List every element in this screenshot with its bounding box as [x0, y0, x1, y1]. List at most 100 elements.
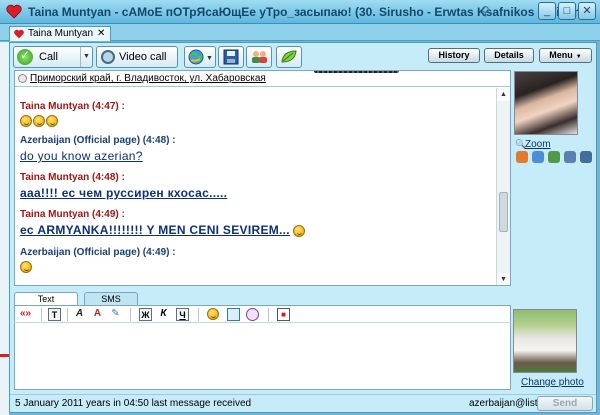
location-link[interactable]: Приморский край, г. Владивосток, ул. Хаб… — [30, 73, 266, 84]
tab-sms[interactable]: SMS — [84, 292, 138, 305]
message-card-icon[interactable]: ■ — [277, 308, 290, 321]
smiley-picker[interactable] — [207, 308, 220, 321]
toolbar-divider — [130, 308, 131, 321]
pin-icon[interactable]: ⚲ — [481, 4, 490, 18]
zoom-link[interactable]: Zoom — [525, 139, 551, 150]
save-button[interactable] — [218, 46, 244, 68]
toolbar-divider — [198, 308, 199, 321]
message-sender: Taina Muntyan (4:47) : — [20, 101, 125, 112]
call-label: Call — [39, 51, 58, 63]
tv-icon[interactable] — [227, 308, 240, 321]
scroll-up-icon[interactable]: ▲ — [497, 88, 510, 101]
minimize-button[interactable]: _ — [538, 2, 556, 20]
background-window-edge — [0, 42, 9, 415]
own-avatar[interactable] — [513, 309, 577, 373]
video-call-label: Video call — [119, 51, 167, 63]
toolbar-divider — [67, 308, 68, 321]
send-button[interactable]: Send — [537, 396, 593, 411]
globe-button[interactable]: ▼ — [184, 46, 216, 68]
users-icon — [252, 51, 267, 63]
message-text: do you know azerian? — [20, 149, 143, 163]
profile-actions — [516, 151, 592, 163]
details-button[interactable]: Details — [484, 48, 534, 63]
tab-text[interactable]: Text — [14, 292, 78, 305]
video-call-button[interactable]: Video call — [96, 46, 178, 68]
history-label: History — [438, 50, 470, 60]
title-bar[interactable]: Taina Muntyan - сАМоЕ пОТрЯсаЮщЕе уТро_з… — [0, 0, 600, 24]
status-bar: 5 January 2011 years in 04:50 last messa… — [10, 394, 596, 412]
smiley-icon — [33, 115, 45, 128]
input-tabs: Text SMS — [14, 292, 511, 306]
message-sender: Azerbaijan (Official page) (4:49) : — [20, 247, 176, 258]
smiley-icon — [20, 115, 32, 128]
toolbar-divider — [41, 308, 42, 321]
call-check-icon — [17, 48, 33, 65]
message-item: Taina Muntyan (4:47) : — [20, 101, 125, 128]
call-dropdown-icon[interactable]: ▼ — [80, 47, 92, 67]
close-button[interactable]: ✕ — [578, 2, 596, 20]
globe-icon: ▼ — [188, 49, 213, 65]
toolbar: Call ▼ Video call ▼ — [10, 43, 596, 71]
underline-button[interactable]: Ч — [176, 308, 189, 321]
message-smileys — [20, 261, 176, 274]
message-item: Taina Muntyan (4:48) : ааа!!!! ес чем ру… — [20, 172, 227, 200]
chat-scrollbar[interactable]: ▲ ▼ — [496, 88, 510, 285]
message-list: Taina Muntyan (4:47) : Azerbaijan (Offic… — [15, 88, 495, 285]
contact-avatar[interactable] — [514, 71, 578, 135]
location-icon — [18, 74, 27, 83]
background-window-marker — [0, 354, 9, 357]
location-bar: Приморский край, г. Владивосток, ул. Хаб… — [15, 71, 510, 87]
tab-strip: Taina Muntyan ✕ — [0, 24, 600, 41]
send-file-button[interactable] — [276, 46, 302, 68]
tab-taina-muntyan[interactable]: Taina Muntyan ✕ — [9, 26, 112, 41]
scroll-thumb[interactable] — [499, 192, 508, 232]
message-sender: Azerbaijan (Official page) (4:48) : — [20, 135, 176, 146]
camera-icon[interactable] — [548, 151, 560, 163]
bold-button[interactable]: Ж — [139, 308, 152, 321]
highlight-icon[interactable]: ✎ — [109, 308, 122, 321]
menu-button[interactable]: Menu ▼ — [539, 48, 592, 63]
history-button[interactable]: History — [428, 48, 480, 63]
tab-label: Taina Muntyan — [28, 28, 94, 39]
heart-icon — [6, 4, 22, 19]
window-controls: _ □ ✕ — [538, 2, 596, 20]
smiley-icon — [207, 308, 219, 320]
change-photo-link[interactable]: Change photo — [521, 377, 584, 388]
monitor-icon[interactable] — [580, 151, 592, 163]
svg-text:▼: ▼ — [206, 55, 213, 62]
font-size-button[interactable]: Т — [48, 308, 61, 321]
smiley-icon — [20, 261, 32, 274]
chat-history[interactable]: Приморский край, г. Владивосток, ул. Хаб… — [14, 70, 511, 286]
tab-close-icon[interactable]: ✕ — [97, 28, 105, 39]
font-face-icon[interactable]: A — [73, 308, 86, 321]
call-button[interactable]: Call ▼ — [13, 46, 93, 68]
scroll-down-icon[interactable]: ▼ — [497, 273, 510, 285]
menu-label: Menu — [549, 50, 573, 60]
leaf-icon — [281, 50, 297, 63]
font-color-icon[interactable]: A — [91, 308, 104, 321]
message-smileys — [20, 115, 125, 128]
user-icon[interactable] — [532, 151, 544, 163]
message-item: Azerbaijan (Official page) (4:48) : do y… — [20, 135, 176, 163]
floppy-icon — [223, 49, 239, 65]
heart-icon — [14, 29, 24, 39]
message-input[interactable] — [14, 323, 511, 390]
contacts-button[interactable] — [246, 46, 272, 68]
maximize-button[interactable]: □ — [558, 2, 576, 20]
smiley-icon — [293, 225, 306, 238]
toolbar-divider — [268, 308, 269, 321]
format-toolbar: «» Т A A ✎ Ж К Ч ■ — [14, 305, 511, 323]
window-title: Taina Muntyan - сАМоЕ пОТрЯсаЮщЕе уТро_з… — [28, 5, 596, 19]
chat-window: Call ▼ Video call ▼ — [9, 42, 597, 413]
calendar-icon[interactable] — [564, 151, 576, 163]
message-text: ес ARMYANKA!!!!!!!! Y MEN CENI SEVIREM..… — [20, 223, 290, 237]
alarm-icon[interactable] — [246, 308, 259, 321]
redacted-scribble — [314, 71, 399, 73]
last-message-status: 5 January 2011 years in 04:50 last messa… — [15, 398, 252, 409]
people-icon[interactable] — [516, 151, 528, 163]
italic-button[interactable]: К — [157, 308, 170, 321]
translit-button[interactable]: «» — [19, 308, 32, 321]
webcam-icon — [101, 50, 115, 64]
message-item: Taina Muntyan (4:49) : ес ARMYANKA!!!!!!… — [20, 209, 306, 238]
menu-dropdown-icon: ▼ — [575, 54, 582, 60]
